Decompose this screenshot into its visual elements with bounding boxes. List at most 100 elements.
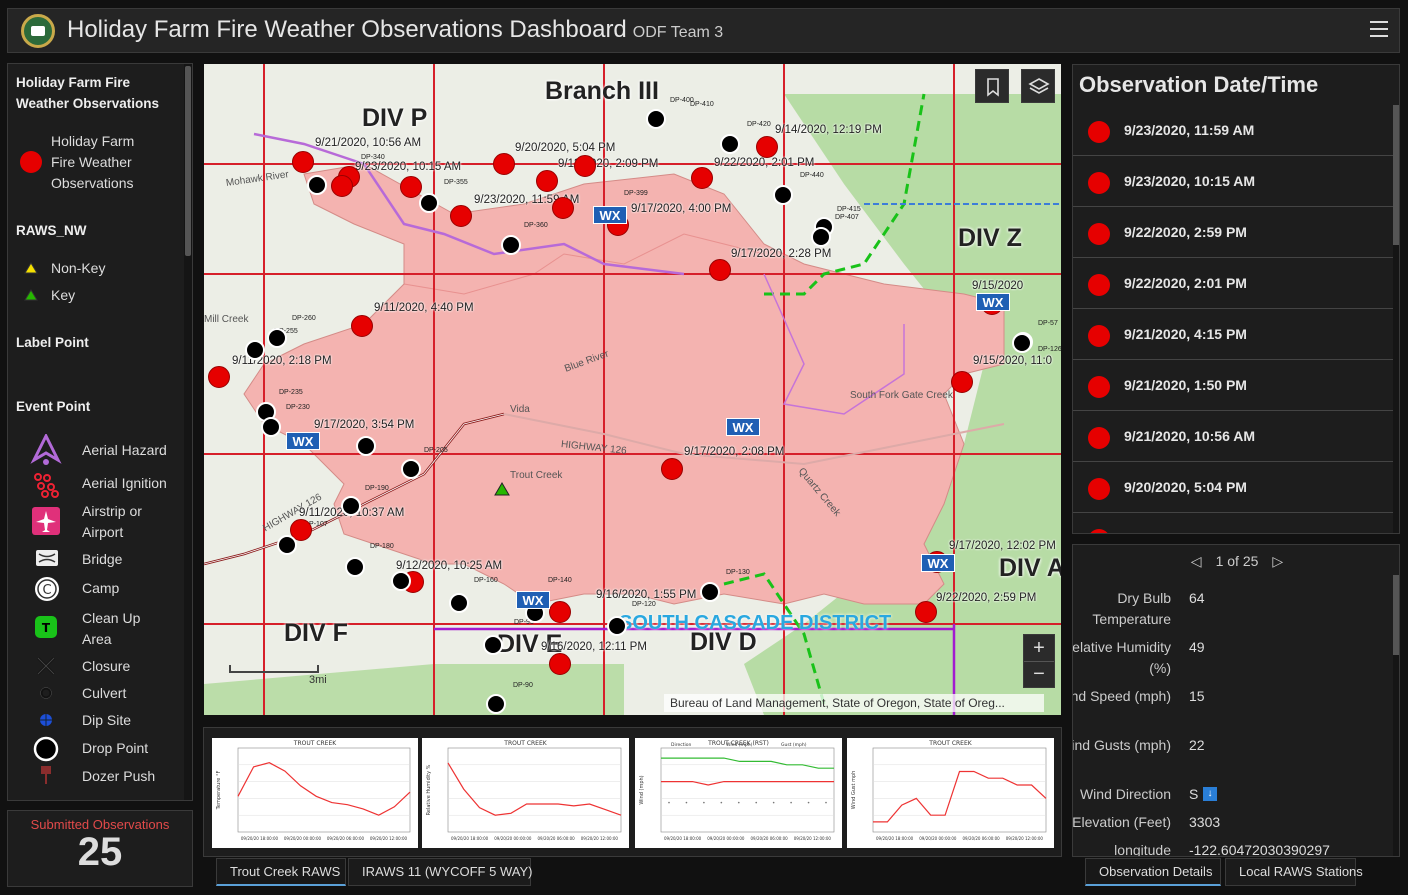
legend-item-dozer-push: Dozer Push [82,768,156,784]
chart-ylabel: Wind (mph) [639,775,645,804]
legend-raws-title: RAWS_NW [16,223,87,238]
observation-marker[interactable] [331,175,353,197]
detail-label: Wind Gusts (mph) [1073,737,1171,753]
detail-label: longitude [1114,842,1171,857]
observation-marker[interactable] [661,458,683,480]
observation-marker[interactable] [536,170,558,192]
observation-list-item[interactable]: 9/22/2020, 2:01 PM [1073,258,1394,309]
legend-item-nonkey: Non-Key [51,260,106,276]
tab-iraws-11[interactable]: IRAWS 11 (WYCOFF 5 WAY) [348,858,532,886]
drop-point-marker[interactable] [646,109,666,129]
wx-station-marker[interactable]: WX [976,293,1010,311]
wx-station-marker[interactable]: WX [286,432,320,450]
drop-point-marker[interactable] [811,227,831,247]
observation-marker[interactable] [951,371,973,393]
observation-marker[interactable] [691,167,713,189]
drop-point-marker[interactable] [501,235,521,255]
drop-point-marker[interactable] [356,436,376,456]
observation-marker[interactable] [208,366,230,388]
wx-station-marker[interactable]: WX [726,418,760,436]
place-label: Trout Creek [510,470,563,481]
legend-scrollbar[interactable] [184,64,192,800]
pager-prev-icon[interactable]: ◁ [1191,553,1202,569]
drop-point-marker[interactable] [419,193,439,213]
drop-point-label: DP-355 [444,179,468,186]
observation-datetime: 9/21/2020, 1:50 PM [1124,377,1247,393]
chart-xtick: 09/20/20 06:00:00 [963,836,1001,841]
raws-key-marker[interactable] [494,482,510,501]
dashboard-subtitle: ODF Team 3 [632,24,724,41]
drop-point-marker[interactable] [607,616,627,636]
observation-label: 9/23/2020, 10:15 AM [355,161,462,173]
drop-point-marker[interactable] [700,582,720,602]
drop-point-marker[interactable] [401,459,421,479]
drop-point-marker[interactable] [486,694,506,714]
drop-point-marker[interactable] [245,340,265,360]
wx-station-marker[interactable]: WX [921,554,955,572]
observation-label: 9/15/2020 [972,280,1024,292]
zoom-controls[interactable]: + − [1023,634,1055,688]
place-label: Mill Creek [204,314,249,325]
observation-list-item[interactable]: 9/23/2020, 10:15 AM [1073,156,1394,207]
drop-point-marker[interactable] [773,185,793,205]
observation-list-item[interactable]: 9/23/2020, 11:59 AM [1073,105,1394,156]
bookmark-button[interactable] [975,69,1009,103]
observation-marker[interactable] [549,601,571,623]
drop-point-marker[interactable] [277,535,297,555]
observation-marker[interactable] [549,653,571,675]
observation-marker[interactable] [915,601,937,623]
tab-trout-creek-raws[interactable]: Trout Creek RAWS [216,858,346,886]
observation-marker[interactable] [574,155,596,177]
drop-point-marker[interactable] [345,557,365,577]
division-label: DIV A [999,554,1061,582]
observation-marker[interactable] [292,151,314,173]
observation-marker[interactable] [400,176,422,198]
raws-chart-3: TROUT CREEK (RST) Wind (mph) 09/20/20 18:0… [635,738,842,848]
observation-label: 9/17/2020, 3:54 PM [314,419,415,431]
division-label: DIV P [362,104,428,132]
observation-dot-icon [1088,172,1110,194]
aerial-ignition-icon [34,473,59,498]
drop-point-marker[interactable] [391,571,411,591]
tab-local-raws-stations[interactable]: Local RAWS Stations [1225,858,1363,886]
zoom-in-button[interactable]: + [1024,635,1054,662]
observation-list-item[interactable]: 9/17/2020, 4:00 PM [1073,513,1394,533]
wx-station-marker[interactable]: WX [593,206,627,224]
chart-xtick: 09/20/20 12:00:00 [1006,836,1044,841]
hamburger-menu-icon[interactable] [1370,21,1388,39]
observation-marker[interactable] [450,205,472,227]
chart-title: TROUT CREEK [293,740,337,747]
details-scrollbar[interactable] [1393,575,1399,856]
pager-next-icon[interactable]: ▷ [1272,553,1283,569]
zoom-out-button[interactable]: − [1024,662,1054,688]
svg-text:T: T [42,621,51,635]
wx-station-marker[interactable]: WX [516,591,550,609]
dashboard-title: Holiday Farm Fire Weather Observations D… [67,16,724,43]
legend-panel: Holiday Farm Fire Weather Observations H… [7,63,193,801]
observation-list-item[interactable]: 9/21/2020, 4:15 PM [1073,309,1394,360]
map-view[interactable]: DIV P Branch III DIV Z DIV F DIV E DIV D DIV A… [204,64,1061,715]
layers-button[interactable] [1021,69,1055,103]
tab-observation-details[interactable]: Observation Details [1085,858,1221,886]
drop-point-marker[interactable] [483,635,503,655]
observation-marker[interactable] [493,153,515,175]
observation-list-scrollbar[interactable] [1393,105,1399,533]
observation-marker[interactable] [351,315,373,337]
drop-point-marker[interactable] [1012,333,1032,353]
observation-list-item[interactable]: 9/22/2020, 2:59 PM [1073,207,1394,258]
svg-text:C: C [42,583,51,598]
observation-marker[interactable] [552,197,574,219]
closure-x-icon [37,657,55,675]
chart-legend-entry: Wind (mph) [726,742,753,748]
observation-list-item[interactable]: 9/21/2020, 10:56 AM [1073,411,1394,462]
observation-marker[interactable] [709,259,731,281]
drop-point-marker[interactable] [261,417,281,437]
drop-point-marker[interactable] [449,593,469,613]
observation-list-item[interactable]: 9/20/2020, 5:04 PM [1073,462,1394,513]
drop-point-marker[interactable] [341,496,361,516]
observation-marker[interactable] [756,136,778,158]
drop-point-marker[interactable] [267,328,287,348]
drop-point-marker[interactable] [720,134,740,154]
observation-list-item[interactable]: 9/21/2020, 1:50 PM [1073,360,1394,411]
drop-point-marker[interactable] [307,175,327,195]
